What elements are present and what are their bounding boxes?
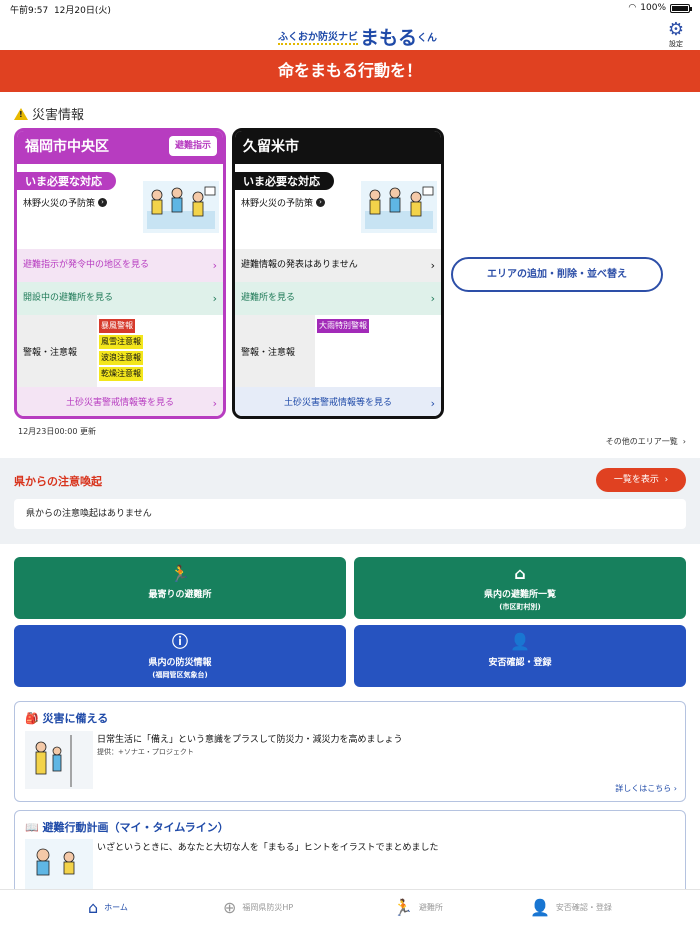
people-illustration	[361, 181, 437, 233]
show-list-button[interactable]: 一覧を表示 ›	[596, 468, 686, 492]
running-person-icon: 🏃	[170, 564, 190, 583]
settings-button[interactable]: ⚙ 設定	[664, 21, 688, 49]
globe-icon: ⊕	[223, 898, 237, 917]
updated-timestamp: 12月23日00:00 更新	[18, 427, 96, 436]
settings-label: 設定	[669, 40, 683, 48]
tab-shelter[interactable]: 🏃 避難所	[393, 898, 443, 917]
wildfire-prevention-link[interactable]: 林野火災の予防策 ›	[241, 196, 326, 209]
circle-arrow-icon: ›	[98, 198, 108, 207]
tab-home[interactable]: ⌂ ホーム	[88, 898, 128, 917]
gear-icon: ⚙	[667, 19, 685, 40]
wifi-icon: ◠	[628, 3, 637, 13]
family-illustration	[25, 731, 93, 789]
logo-kun-text: くん	[417, 33, 438, 44]
read-more-link[interactable]: 詳しくはこちら ›	[615, 783, 677, 794]
prepare-provider: 提供：+ソナエ・プロジェクト	[97, 748, 194, 756]
area-card-fukuoka-chuo: 福岡市中央区 避難指示 いま必要な対応 林野火災の予防策 › 避難指示が発令中の…	[14, 128, 226, 419]
special-warning-chip: 大雨特別警報	[317, 319, 369, 333]
advisory-chip: 乾燥注意報	[99, 367, 143, 381]
evacuation-order-areas-link[interactable]: 避難指示が発令中の地区を見る ›	[17, 249, 223, 282]
prefecture-alerts-message: 県からの注意喚起はありません	[14, 499, 686, 529]
area-name: 久留米市	[243, 139, 299, 155]
prefecture-alerts-section: 県からの注意喚起 一覧を表示 › 県からの注意喚起はありません	[0, 458, 700, 544]
warning-icon	[14, 107, 28, 120]
status-time: 午前9:57 12月20日(火)	[10, 6, 111, 16]
need-action-area[interactable]: いま必要な対応 林野火災の予防策 ›	[17, 164, 223, 249]
evacuation-info-row[interactable]: 避難情報の発表はありません ›	[235, 249, 441, 282]
evacuation-order-badge: 避難指示	[168, 136, 217, 156]
logo-small-text: ふくおか防災ナビ	[278, 28, 358, 45]
sediment-warning-link[interactable]: 土砂災害警戒情報等を見る ›	[235, 387, 441, 416]
need-action-area[interactable]: いま必要な対応 林野火災の予防策 ›	[235, 164, 441, 249]
warnings-block: 警報・注意報 暴風警報 風雪注意報 波浪注意報 乾燥注意報	[17, 315, 223, 387]
warnings-block: 警報・注意報 大雨特別警報	[235, 315, 441, 387]
battery-fill	[672, 5, 688, 11]
shelter-house-icon: ⌂	[514, 564, 526, 583]
prepare-card[interactable]: 🎒 災害に備える 日常生活に「備え」という意識をプラスして防災力・減災力を高めま…	[14, 701, 686, 802]
timeline-card[interactable]: 📖 避難行動計画（マイ・タイムライン） いざというときに、あなたと大切な人を「ま…	[14, 810, 686, 900]
disaster-info-title: 災害情報	[14, 104, 84, 123]
logo-main-text: まもる	[360, 27, 418, 49]
chevron-right-icon: ›	[212, 292, 217, 305]
advisory-chip: 風雪注意報	[99, 335, 143, 349]
need-action-tag: いま必要な対応	[235, 172, 334, 190]
timeline-title: 📖 避難行動計画（マイ・タイムライン）	[25, 821, 229, 834]
person-check-icon: 👤	[510, 632, 530, 651]
sediment-warning-link[interactable]: 土砂災害警戒情報等を見る ›	[17, 387, 223, 416]
circle-arrow-icon: ›	[316, 198, 326, 207]
chevron-right-icon: ›	[430, 259, 435, 272]
timeline-text: いざというときに、あなたと大切な人を「まもる」ヒントをイラストでまとめました	[97, 843, 439, 853]
chevron-right-icon: ›	[682, 437, 686, 446]
prepare-title: 🎒 災害に備える	[25, 712, 109, 725]
area-card-header: 久留米市	[235, 131, 441, 164]
battery-percent: 100%	[640, 3, 666, 13]
chevron-right-icon: ›	[212, 397, 217, 410]
tab-safety[interactable]: 👤 安否確認・登録	[530, 898, 612, 917]
warning-chip: 暴風警報	[99, 319, 135, 333]
app-logo: ふくおか防災ナビ まもる くん	[278, 23, 437, 50]
chevron-right-icon: ›	[673, 784, 677, 793]
bottom-tab-bar: ⌂ ホーム ⊕ 福岡県防災HP 🏃 避難所 👤 安否確認・登録	[0, 889, 700, 934]
backpack-icon: 🎒	[25, 712, 39, 725]
need-action-tag: いま必要な対応	[17, 172, 116, 190]
edit-areas-button[interactable]: エリアの追加・削除・並べ替え	[451, 257, 663, 292]
person-check-icon: 👤	[530, 898, 550, 917]
area-name: 福岡市中央区	[25, 139, 109, 155]
status-bar: 午前9:57 12月20日(火) ◠ 100%	[0, 0, 700, 18]
area-card-kurume: 久留米市 いま必要な対応 林野火災の予防策 › 避難情報の発表はありません › …	[232, 128, 444, 419]
running-person-icon: 🏃	[393, 898, 413, 917]
safety-check-tile[interactable]: 👤 安否確認・登録	[354, 625, 686, 687]
people-illustration	[143, 181, 219, 233]
book-icon: 📖	[25, 821, 39, 834]
nearest-shelter-tile[interactable]: 🏃 最寄りの避難所	[14, 557, 346, 619]
app-header: ふくおか防災ナビ まもる くん ⚙ 設定	[0, 18, 700, 50]
alert-banner: 命をまもる行動を！	[0, 50, 700, 92]
warnings-list: 大雨特別警報	[315, 315, 441, 387]
other-areas-link[interactable]: その他のエリア一覧 ›	[606, 436, 686, 447]
battery-icon	[670, 3, 692, 13]
warnings-label: 警報・注意報	[241, 348, 296, 358]
shelters-link[interactable]: 避難所を見る ›	[235, 282, 441, 315]
tab-bousai-hp[interactable]: ⊕ 福岡県防災HP	[223, 898, 293, 917]
prefecture-disaster-info-tile[interactable]: ⓘ 県内の防災情報 (福岡管区気象台)	[14, 625, 346, 687]
info-icon: ⓘ	[171, 632, 188, 651]
area-card-header: 福岡市中央区 避難指示	[17, 131, 223, 164]
prepare-text: 日常生活に「備え」という意識をプラスして防災力・減災力を高めましょう	[97, 735, 403, 745]
chevron-right-icon: ›	[430, 292, 435, 305]
chevron-right-icon: ›	[664, 475, 669, 485]
warnings-label: 警報・注意報	[23, 348, 78, 358]
chevron-right-icon: ›	[430, 397, 435, 410]
open-shelters-link[interactable]: 開設中の避難所を見る ›	[17, 282, 223, 315]
warnings-list: 暴風警報 風雪注意報 波浪注意報 乾燥注意報	[97, 315, 223, 387]
chevron-right-icon: ›	[212, 259, 217, 272]
prefecture-alerts-title: 県からの注意喚起	[14, 475, 102, 488]
prefecture-shelter-list-tile[interactable]: ⌂ 県内の避難所一覧 (市区町村別)	[354, 557, 686, 619]
home-icon: ⌂	[88, 898, 99, 917]
advisory-chip: 波浪注意報	[99, 351, 143, 365]
wildfire-prevention-link[interactable]: 林野火災の予防策 ›	[23, 196, 108, 209]
